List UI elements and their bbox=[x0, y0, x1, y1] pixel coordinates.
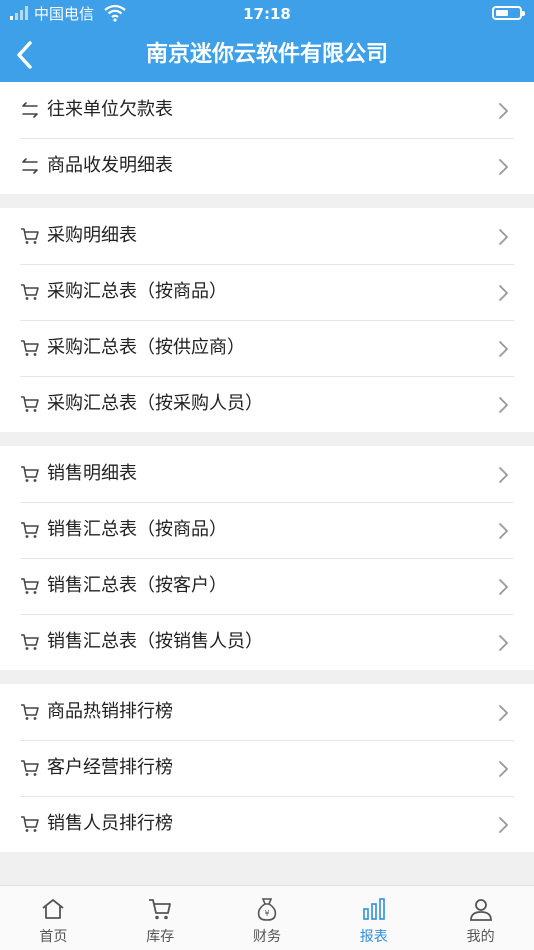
list-item-label: 商品收发明细表 bbox=[47, 155, 173, 176]
chevron-right-icon bbox=[498, 578, 510, 596]
page-title: 南京迷你云软件有限公司 bbox=[145, 42, 388, 67]
cart-icon bbox=[20, 759, 40, 777]
report-group: 采购明细表采购汇总表（按商品） 采购汇总表（按供应商） 采购汇总表（按采购人员） bbox=[0, 208, 534, 432]
back-arrow-icon[interactable] bbox=[10, 38, 40, 72]
list-item[interactable]: 商品收发明细表 bbox=[0, 138, 534, 194]
status-time: 17:18 bbox=[243, 5, 291, 23]
battery-icon bbox=[492, 6, 525, 20]
tab-bar: 首页 库存 ¥ 财务 报表 我的 bbox=[0, 885, 534, 950]
tab-label: 财务 bbox=[252, 929, 281, 945]
chevron-right-icon bbox=[498, 704, 510, 722]
chevron-right-icon bbox=[498, 340, 510, 358]
chevron-right-icon bbox=[498, 102, 510, 120]
transfer-icon bbox=[20, 157, 40, 175]
list-item-label: 销售人员排行榜 bbox=[47, 813, 173, 834]
list-item-label: 销售汇总表（按商品） bbox=[47, 519, 227, 540]
tab-cart[interactable]: 库存 bbox=[107, 886, 214, 950]
chevron-right-icon bbox=[498, 228, 510, 246]
report-list: 往来单位欠款表 商品收发明细表 采购明细表 采购汇总表（按商品） 采购汇总表（按供应商）… bbox=[0, 82, 534, 866]
chevron-right-icon bbox=[498, 466, 510, 484]
list-item[interactable]: 销售人员排行榜 bbox=[0, 796, 534, 852]
list-item-label: 客户经营排行榜 bbox=[47, 757, 173, 778]
list-item-label: 采购汇总表（按供应商） bbox=[47, 337, 245, 358]
list-item[interactable]: 销售汇总表（按商品） bbox=[0, 502, 534, 558]
chevron-right-icon bbox=[498, 284, 510, 302]
cart-icon bbox=[20, 395, 40, 413]
list-item-label: 销售汇总表（按销售人员） bbox=[47, 631, 263, 652]
list-item-label: 销售明细表 bbox=[47, 463, 137, 484]
nav-bar: 南京迷你云软件有限公司 bbox=[0, 28, 534, 82]
report-group: 销售明细表销售汇总表（按商品） 销售汇总表（按客户） 销售汇总表（按销售人员） bbox=[0, 446, 534, 670]
list-item-label: 采购明细表 bbox=[47, 225, 137, 246]
report-group: 往来单位欠款表 商品收发明细表 bbox=[0, 82, 534, 194]
tab-bar-chart[interactable]: 报表 bbox=[320, 886, 427, 950]
tab-label: 库存 bbox=[146, 929, 175, 945]
cart-icon bbox=[20, 521, 40, 539]
list-item[interactable]: 采购汇总表（按采购人员） bbox=[0, 376, 534, 432]
cart-icon bbox=[20, 465, 40, 483]
chevron-right-icon bbox=[498, 816, 510, 834]
cart-icon bbox=[20, 577, 40, 595]
list-item[interactable]: 销售明细表 bbox=[0, 446, 534, 502]
chevron-right-icon bbox=[498, 634, 510, 652]
list-item-label: 往来单位欠款表 bbox=[47, 99, 173, 120]
list-item[interactable]: 采购汇总表（按供应商） bbox=[0, 320, 534, 376]
chevron-right-icon bbox=[498, 396, 510, 414]
list-item[interactable]: 往来单位欠款表 bbox=[0, 82, 534, 138]
tab-label: 首页 bbox=[39, 929, 68, 945]
list-item-label: 商品热销排行榜 bbox=[47, 701, 173, 722]
cart-icon bbox=[20, 633, 40, 651]
cart-icon bbox=[20, 703, 40, 721]
tab-label: 报表 bbox=[359, 929, 388, 945]
list-item[interactable]: 商品热销排行榜 bbox=[0, 684, 534, 740]
chevron-right-icon bbox=[498, 760, 510, 778]
chevron-right-icon bbox=[498, 522, 510, 540]
report-group: 商品热销排行榜 客户经营排行榜 销售人员排行榜 bbox=[0, 684, 534, 852]
chevron-right-icon bbox=[498, 158, 510, 176]
cart-icon bbox=[20, 283, 40, 301]
transfer-icon bbox=[20, 101, 40, 119]
top-bar: 中国电信 17:18 南京迷你云软件有限公司 bbox=[0, 0, 534, 82]
tab-money-bag[interactable]: ¥ 财务 bbox=[214, 886, 321, 950]
list-item-label: 采购汇总表（按采购人员） bbox=[47, 393, 263, 414]
list-item-label: 采购汇总表（按商品） bbox=[47, 281, 227, 302]
cart-icon bbox=[20, 339, 40, 357]
status-bar: 中国电信 17:18 bbox=[0, 0, 534, 28]
list-item-label: 销售汇总表（按客户） bbox=[47, 575, 227, 596]
tab-home[interactable]: 首页 bbox=[0, 886, 107, 950]
list-item[interactable]: 销售汇总表（按客户） bbox=[0, 558, 534, 614]
cart-icon bbox=[20, 227, 40, 245]
list-item[interactable]: 销售汇总表（按销售人员） bbox=[0, 614, 534, 670]
tab-label: 我的 bbox=[466, 929, 495, 945]
list-item[interactable]: 客户经营排行榜 bbox=[0, 740, 534, 796]
list-item[interactable]: 采购明细表 bbox=[0, 208, 534, 264]
cart-icon bbox=[20, 815, 40, 833]
svg-text:¥: ¥ bbox=[264, 909, 269, 918]
list-item[interactable]: 采购汇总表（按商品） bbox=[0, 264, 534, 320]
tab-user[interactable]: 我的 bbox=[427, 886, 534, 950]
